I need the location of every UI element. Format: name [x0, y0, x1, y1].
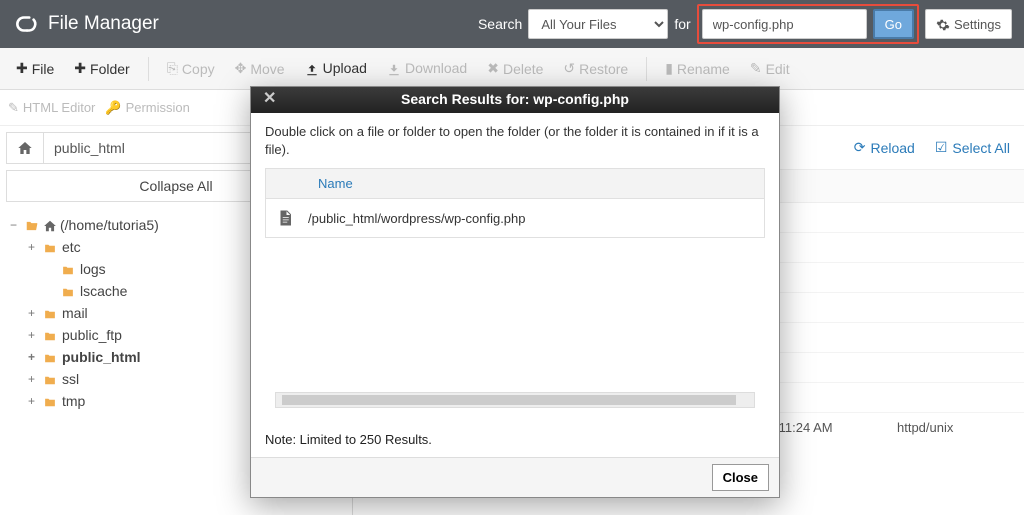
folder-open-icon — [24, 217, 40, 233]
restore-icon: ↺ — [563, 60, 575, 77]
tree-item-label: ssl — [62, 371, 79, 387]
search-scope-select[interactable]: All Your Files — [528, 9, 668, 39]
upload-icon — [305, 60, 319, 76]
expand-icon[interactable]: + — [28, 372, 42, 386]
plus-icon: ✚ — [74, 60, 86, 77]
download-button[interactable]: Download — [379, 56, 475, 80]
folder-icon — [42, 371, 58, 387]
check-icon: ☑ — [935, 139, 948, 156]
go-button[interactable]: Go — [873, 9, 914, 39]
modal-title-term: wp-config.php — [533, 91, 629, 107]
result-path: /public_html/wordpress/wp-config.php — [308, 211, 526, 226]
expand-icon[interactable]: + — [28, 394, 42, 408]
tree-item-label: tmp — [62, 393, 85, 409]
header-right: Search All Your Files for Go Settings — [478, 4, 1012, 44]
settings-label: Settings — [954, 17, 1001, 32]
modal-title-prefix: Search Results for: — [401, 91, 533, 107]
close-button[interactable]: Close — [712, 464, 769, 491]
html-editor-button[interactable]: ✎HTML Editor — [8, 100, 95, 116]
pencil-icon: ✎ — [750, 60, 762, 77]
restore-button[interactable]: ↺Restore — [555, 56, 636, 81]
delete-icon: ✖ — [487, 60, 499, 77]
copy-button[interactable]: ⎘Copy — [159, 56, 223, 81]
upload-button[interactable]: Upload — [297, 56, 375, 80]
tree-item-label: mail — [62, 305, 88, 321]
modal-body: Double click on a file or folder to open… — [251, 113, 779, 426]
rename-button[interactable]: ▮Rename — [657, 56, 738, 81]
tree-item-label: public_html — [62, 349, 141, 365]
folder-icon — [60, 261, 76, 277]
file-icon — [276, 207, 296, 229]
new-file-button[interactable]: ✚File — [8, 56, 62, 81]
expand-icon[interactable]: + — [28, 306, 42, 320]
home-icon — [43, 217, 57, 233]
expand-icon[interactable]: + — [28, 240, 42, 254]
name-column-header[interactable]: Name — [318, 176, 353, 191]
folder-icon — [42, 327, 58, 343]
expand-icon[interactable]: + — [28, 350, 42, 364]
delete-button[interactable]: ✖Delete — [479, 56, 551, 81]
reload-button[interactable]: ⟳Reload — [854, 139, 915, 156]
search-highlight: Go — [697, 4, 919, 44]
folder-icon — [42, 239, 58, 255]
modal-instruction: Double click on a file or folder to open… — [265, 123, 765, 158]
collapse-icon[interactable]: − — [10, 218, 24, 232]
horizontal-scrollbar[interactable] — [275, 392, 755, 408]
result-spacer — [265, 238, 765, 388]
plus-icon: ✚ — [16, 60, 28, 77]
tree-root-label: (/home/tutoria5) — [60, 217, 159, 233]
move-button[interactable]: ✥Move — [227, 56, 293, 81]
edit-button[interactable]: ✎Edit — [742, 56, 798, 81]
search-input[interactable] — [702, 9, 867, 39]
select-all-button[interactable]: ☑Select All — [935, 139, 1010, 156]
folder-icon — [42, 349, 58, 365]
tree-item-label: lscache — [80, 283, 127, 299]
app-title: File Manager — [48, 13, 159, 35]
file-type: httpd/unix — [897, 420, 1010, 436]
tree-item-label: etc — [62, 239, 81, 255]
key-icon: 🔑 — [105, 100, 121, 116]
gear-icon — [936, 16, 950, 32]
divider — [646, 57, 647, 81]
folder-icon — [42, 305, 58, 321]
divider — [148, 57, 149, 81]
modal-footer: Close — [251, 457, 779, 497]
settings-button[interactable]: Settings — [925, 9, 1012, 39]
rename-icon: ▮ — [665, 60, 673, 77]
expand-icon[interactable]: + — [28, 328, 42, 342]
copy-icon: ⎘ — [167, 60, 178, 77]
search-label: Search — [478, 16, 522, 32]
modal-header[interactable]: ✕ Search Results for: wp-config.php — [251, 87, 779, 113]
tree-item-label: public_ftp — [62, 327, 122, 343]
result-note: Note: Limited to 250 Results. — [251, 426, 779, 457]
tree-item-label: logs — [80, 261, 106, 277]
app-header: File Manager Search All Your Files for G… — [0, 0, 1024, 48]
home-button[interactable] — [7, 133, 44, 163]
folder-icon — [42, 393, 58, 409]
main-toolbar: ✚File ✚Folder ⎘Copy ✥Move Upload Downloa… — [0, 48, 1024, 90]
search-results-modal: ✕ Search Results for: wp-config.php Doub… — [250, 86, 780, 498]
move-icon: ✥ — [235, 60, 247, 77]
for-label: for — [674, 16, 690, 32]
result-header: Name — [265, 168, 765, 199]
cpanel-logo-icon — [12, 10, 40, 38]
permissions-button[interactable]: 🔑Permission — [105, 100, 189, 116]
download-icon — [387, 60, 401, 76]
search-result-row[interactable]: /public_html/wordpress/wp-config.php — [265, 199, 765, 238]
edit-icon: ✎ — [8, 100, 19, 116]
reload-icon: ⟳ — [854, 139, 866, 156]
folder-icon — [60, 283, 76, 299]
scrollbar-thumb[interactable] — [282, 395, 736, 405]
modal-close-x[interactable]: ✕ — [263, 88, 276, 108]
new-folder-button[interactable]: ✚Folder — [66, 56, 137, 81]
